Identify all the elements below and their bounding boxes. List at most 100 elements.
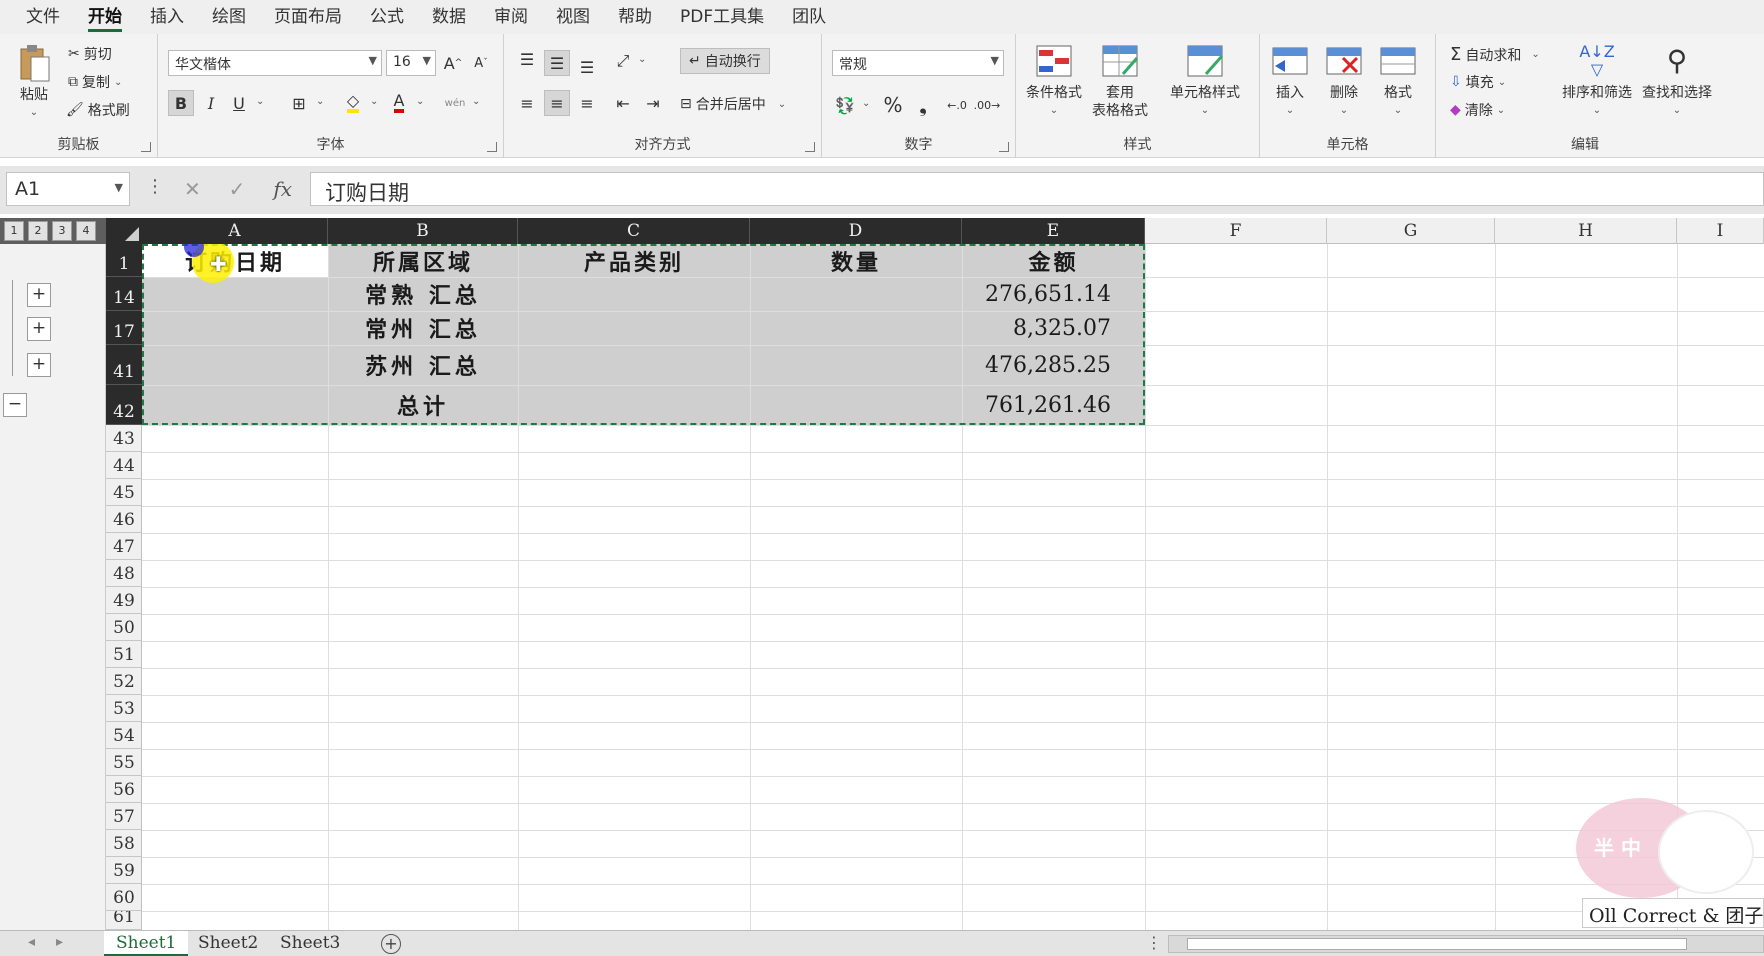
dialog-launcher-icon[interactable]	[487, 142, 497, 152]
row-header[interactable]: 49	[106, 587, 142, 614]
decrease-decimal-icon[interactable]: .00→	[974, 92, 1001, 118]
row-header[interactable]: 59	[106, 857, 142, 884]
comma-button[interactable]: ❟	[910, 92, 936, 118]
format-as-table-button[interactable]: 套用 表格格式	[1092, 42, 1148, 120]
row-header[interactable]: 56	[106, 776, 142, 803]
dialog-launcher-icon[interactable]	[141, 142, 151, 152]
increase-indent-icon[interactable]: ⇥	[640, 90, 666, 116]
more-options-icon[interactable]: ⋮	[1146, 933, 1162, 952]
expand-group-icon[interactable]: +	[27, 283, 51, 307]
add-sheet-icon[interactable]: +	[381, 934, 401, 954]
outline-level-4-button[interactable]: 4	[76, 221, 96, 241]
paste-button[interactable]: 粘贴 ⌄	[14, 44, 54, 122]
row-header[interactable]: 42	[106, 385, 142, 425]
row-header[interactable]: 60	[106, 884, 142, 911]
row-header[interactable]: 44	[106, 452, 142, 479]
increase-decimal-icon[interactable]: ←.0	[944, 92, 970, 118]
menu-file[interactable]: 文件	[12, 0, 74, 34]
select-all-button[interactable]	[106, 218, 142, 244]
row-header[interactable]: 46	[106, 506, 142, 533]
row-header[interactable]: 50	[106, 614, 142, 641]
outline-level-3-button[interactable]: 3	[52, 221, 72, 241]
conditional-formatting-button[interactable]: 条件格式 ⌄	[1026, 42, 1082, 120]
bold-button[interactable]: B	[168, 90, 194, 116]
format-painter-button[interactable]: 🖌 格式刷	[66, 100, 130, 120]
delete-cells-button[interactable]: 删除 ⌄	[1324, 42, 1364, 120]
row-header[interactable]: 53	[106, 695, 142, 722]
menu-data[interactable]: 数据	[418, 0, 480, 34]
align-middle-icon[interactable]: ☰	[544, 50, 570, 76]
menu-formulas[interactable]: 公式	[356, 0, 418, 34]
align-left-icon[interactable]: ≡	[514, 90, 540, 116]
formula-input[interactable]: 订购日期	[310, 172, 1764, 206]
currency-icon[interactable]: 💱	[832, 92, 858, 118]
increase-font-size-icon[interactable]: A ^	[440, 50, 466, 76]
number-format-select[interactable]: 常规 ▼	[832, 50, 1004, 76]
expand-group-icon[interactable]: +	[27, 353, 51, 377]
column-header-c[interactable]: C	[518, 218, 750, 244]
borders-icon[interactable]: ⊞	[286, 90, 312, 116]
orientation-icon[interactable]: ⤢	[610, 48, 636, 74]
dialog-launcher-icon[interactable]	[999, 142, 1009, 152]
horizontal-scrollbar[interactable]	[1168, 935, 1764, 953]
chevron-down-icon[interactable]: ⌄	[638, 54, 646, 65]
column-header-g[interactable]: G	[1327, 218, 1495, 244]
row-header[interactable]: 43	[106, 425, 142, 452]
row-header[interactable]: 61	[106, 911, 142, 930]
autosum-button[interactable]: Σ 自动求和 ⌄	[1450, 44, 1540, 65]
menu-draw[interactable]: 绘图	[198, 0, 260, 34]
menu-page-layout[interactable]: 页面布局	[260, 0, 356, 34]
chevron-down-icon[interactable]: ⌄	[472, 96, 480, 107]
chevron-down-icon[interactable]: ⌄	[416, 96, 424, 107]
chevron-down-icon[interactable]: ⌄	[316, 96, 324, 107]
format-cells-button[interactable]: 格式 ⌄	[1378, 42, 1418, 120]
sheet-tab-3[interactable]: Sheet3	[268, 931, 352, 956]
find-select-button[interactable]: ⚲ 查找和选择 ⌄	[1642, 42, 1712, 120]
cell-grid[interactable]: 订购日期 所属区域 产品类别 数量 金额 常熟 汇总 276,651.14 常州…	[142, 244, 1764, 930]
merge-center-button[interactable]: ⊟ 合并后居中 ⌄	[680, 94, 786, 114]
collapse-group-icon[interactable]: −	[3, 393, 27, 417]
underline-button[interactable]: U	[226, 90, 252, 116]
italic-button[interactable]: I	[198, 90, 224, 116]
clear-button[interactable]: ◆ 清除 ⌄	[1450, 100, 1505, 120]
scroll-left-icon[interactable]: ◂	[28, 934, 35, 950]
insert-function-button[interactable]: fx	[273, 177, 292, 201]
row-header[interactable]: 57	[106, 803, 142, 830]
cut-button[interactable]: ✂ 剪切	[68, 44, 112, 64]
row-header[interactable]: 41	[106, 345, 142, 385]
align-right-icon[interactable]: ≡	[574, 90, 600, 116]
row-header[interactable]: 45	[106, 479, 142, 506]
expand-group-icon[interactable]: +	[27, 317, 51, 341]
align-bottom-icon[interactable]: ☰	[574, 54, 600, 80]
column-header-a[interactable]: A	[142, 218, 328, 244]
wrap-text-button[interactable]: ↵ 自动换行	[680, 48, 770, 74]
menu-help[interactable]: 帮助	[604, 0, 666, 34]
column-header-h[interactable]: H	[1495, 218, 1677, 244]
column-header-d[interactable]: D	[750, 218, 962, 244]
font-size-select[interactable]: 16 ▼	[386, 50, 436, 76]
sort-filter-button[interactable]: A↓Z ▽ 排序和筛选 ⌄	[1562, 42, 1632, 120]
insert-cells-button[interactable]: 插入 ⌄	[1270, 42, 1310, 120]
row-header[interactable]: 14	[106, 277, 142, 311]
dialog-launcher-icon[interactable]	[805, 142, 815, 152]
row-header[interactable]: 17	[106, 311, 142, 345]
column-header-b[interactable]: B	[328, 218, 518, 244]
row-header[interactable]: 48	[106, 560, 142, 587]
decrease-indent-icon[interactable]: ⇤	[610, 90, 636, 116]
cell-styles-button[interactable]: 单元格样式 ⌄	[1170, 42, 1240, 120]
scroll-right-icon[interactable]: ▸	[56, 934, 63, 950]
column-header-e[interactable]: E	[962, 218, 1145, 244]
menu-pdf-tools[interactable]: PDF工具集	[666, 0, 778, 34]
outline-level-2-button[interactable]: 2	[28, 221, 48, 241]
copy-button[interactable]: ⧉ 复制 ⌄	[68, 72, 122, 92]
sheet-tab-2[interactable]: Sheet2	[186, 931, 270, 956]
chevron-down-icon[interactable]: ⌄	[256, 96, 264, 107]
font-name-select[interactable]: 华文楷体 ▼	[168, 50, 382, 76]
align-center-icon[interactable]: ≡	[544, 90, 570, 116]
scrollbar-thumb[interactable]	[1187, 938, 1687, 950]
row-header[interactable]: 51	[106, 641, 142, 668]
menu-team[interactable]: 团队	[778, 0, 840, 34]
font-color-icon[interactable]: A	[386, 90, 412, 116]
chevron-down-icon[interactable]: ⌄	[370, 96, 378, 107]
fill-button[interactable]: ⇩ 填充 ⌄	[1450, 72, 1506, 92]
